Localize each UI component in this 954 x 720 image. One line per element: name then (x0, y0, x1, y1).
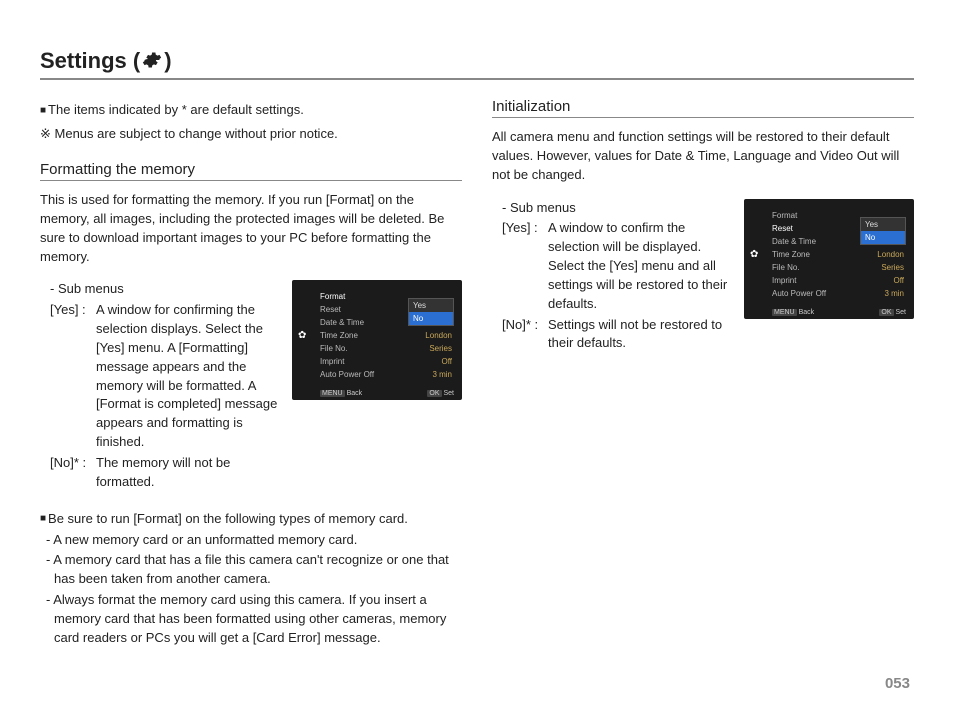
sub-menus-label: - Sub menus (40, 280, 278, 299)
cam-popup: Yes No (860, 217, 906, 245)
option-no: [No]* : The memory will not be formatted… (50, 454, 278, 492)
note-change: ※ Menus are subject to change without pr… (40, 124, 462, 144)
cam-menu-list: Format Reset Date & Time Time Zone File … (772, 209, 826, 300)
cam-right-values: London Series Off 3 min (877, 248, 904, 300)
cam-footer: MENU Back OK Set (772, 309, 906, 316)
section-heading-initialization: Initialization (492, 98, 914, 118)
gear-side-icon: ✿ (298, 330, 306, 341)
format-notes: ■Be sure to run [Format] on the followin… (40, 510, 462, 648)
section-heading-formatting: Formatting the memory (40, 161, 462, 181)
left-column: ■The items indicated by * are default se… (40, 98, 462, 648)
gear-side-icon: ✿ (750, 249, 758, 260)
initialization-description: All camera menu and function settings wi… (492, 128, 914, 185)
option-no-right: [No]* : Settings will not be restored to… (502, 316, 730, 354)
page-number: 053 (885, 675, 910, 692)
camera-screen-format: ✿ Format Reset Date & Time Time Zone Fil… (292, 280, 462, 400)
formatting-description: This is used for formatting the memory. … (40, 191, 462, 266)
cam-footer: MENU Back OK Set (320, 390, 454, 397)
cam-popup: Yes No (408, 298, 454, 326)
option-yes: [Yes] : A window for confirming the sele… (50, 301, 278, 452)
page-title-prefix: Settings ( (40, 48, 140, 74)
sub-menus-label-right: - Sub menus (492, 199, 730, 218)
gear-icon (142, 50, 162, 73)
option-yes-right: [Yes] : A window to confirm the selectio… (502, 219, 730, 313)
note-defaults: ■The items indicated by * are default se… (40, 100, 462, 120)
page-title-suffix: ) (164, 48, 171, 74)
page-title-row: Settings ( ) (40, 48, 914, 80)
right-column: Initialization All camera menu and funct… (492, 98, 914, 648)
cam-right-values: London Series Off 3 min (425, 329, 452, 381)
camera-screen-reset: ✿ Format Reset Date & Time Time Zone Fil… (744, 199, 914, 319)
cam-menu-list: Format Reset Date & Time Time Zone File … (320, 290, 374, 381)
